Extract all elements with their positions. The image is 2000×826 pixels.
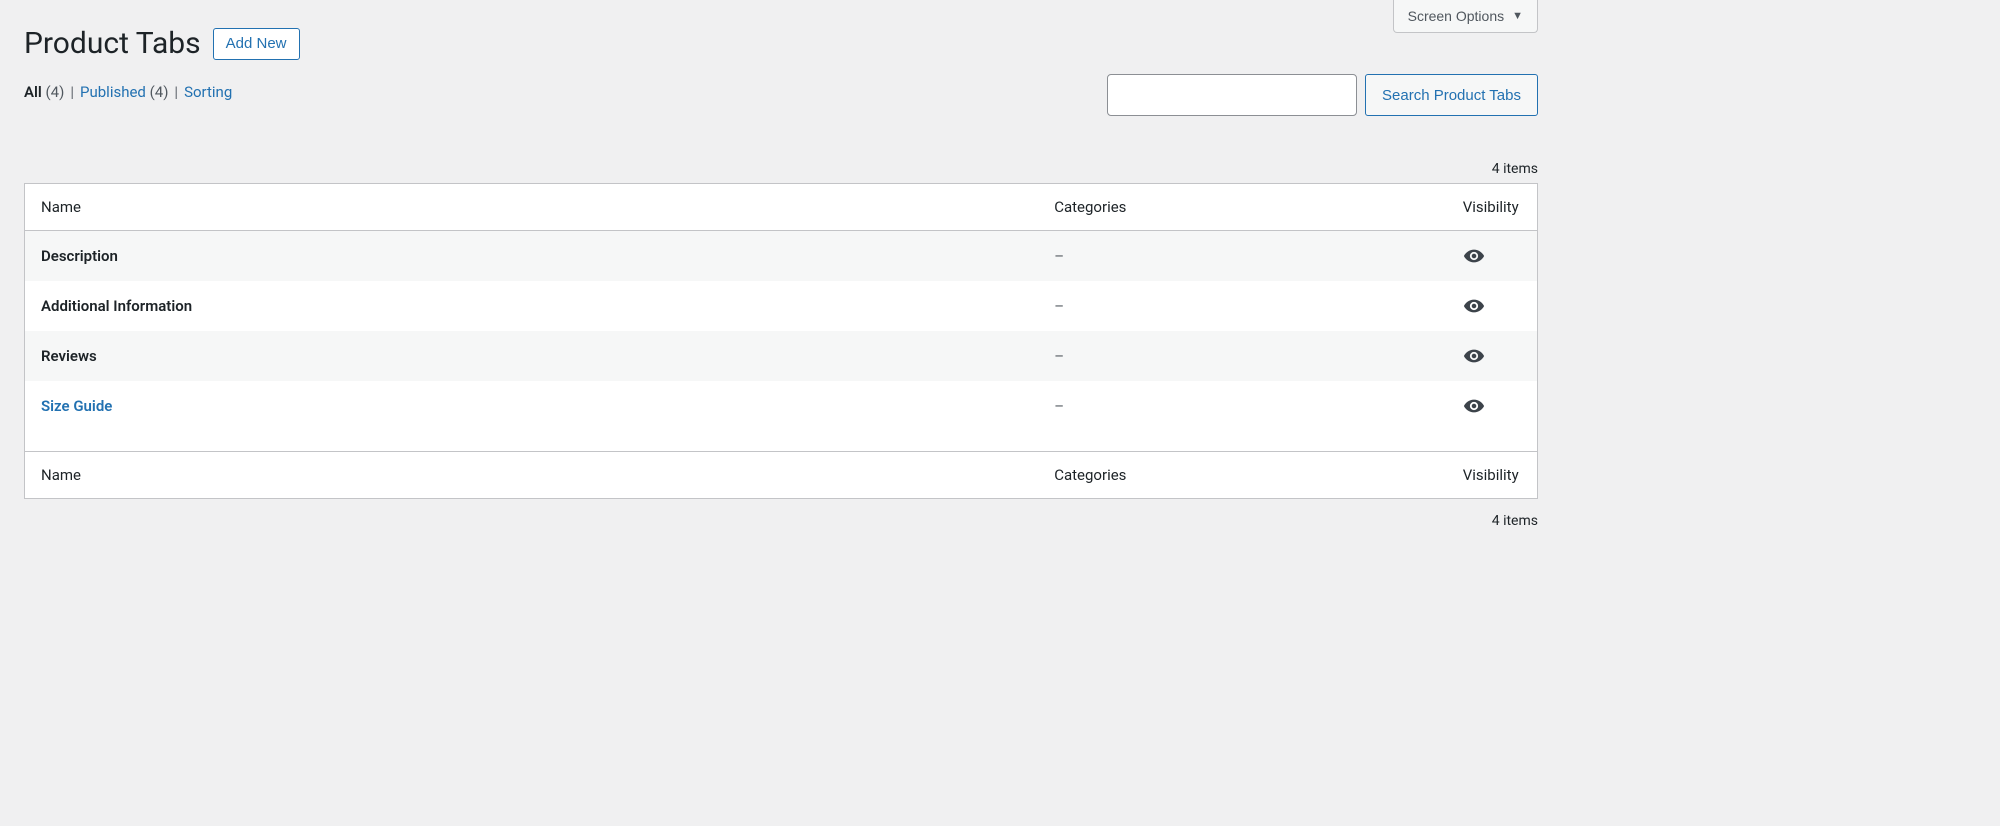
- row-name[interactable]: Reviews: [41, 347, 97, 365]
- item-count-bottom: 4 items: [24, 499, 1538, 543]
- row-name[interactable]: Size Guide: [41, 397, 112, 415]
- row-name[interactable]: Description: [41, 247, 118, 265]
- table-row: Description –: [25, 231, 1538, 282]
- column-header-name[interactable]: Name: [25, 184, 1039, 231]
- row-visibility: [1447, 331, 1538, 381]
- row-categories: –: [1038, 231, 1447, 282]
- column-footer-visibility: Visibility: [1447, 452, 1538, 499]
- row-visibility: [1447, 381, 1538, 452]
- row-categories: –: [1038, 331, 1447, 381]
- table-row: Reviews –: [25, 331, 1538, 381]
- screen-options-label: Screen Options: [1408, 8, 1505, 24]
- column-header-visibility[interactable]: Visibility: [1447, 184, 1538, 231]
- eye-icon: [1463, 295, 1485, 317]
- product-tabs-table: Name Categories Visibility Description–A…: [24, 183, 1538, 499]
- page-title: Product Tabs: [24, 26, 201, 61]
- screen-options-button[interactable]: Screen Options ▼: [1393, 0, 1538, 33]
- column-footer-name: Name: [25, 452, 1039, 499]
- search-button[interactable]: Search Product Tabs: [1365, 74, 1538, 116]
- row-visibility: [1447, 281, 1538, 331]
- eye-icon: [1463, 395, 1485, 417]
- filter-all[interactable]: All (4): [24, 83, 64, 101]
- column-footer-categories: Categories: [1038, 452, 1447, 499]
- eye-icon: [1463, 345, 1485, 367]
- separator: |: [70, 83, 74, 101]
- item-count-top: 4 items: [24, 155, 1538, 183]
- row-categories: –: [1038, 281, 1447, 331]
- page-header: Product Tabs Add New: [24, 0, 1538, 61]
- eye-icon: [1463, 245, 1485, 267]
- separator: |: [174, 83, 178, 101]
- row-categories: –: [1038, 381, 1447, 452]
- add-new-button[interactable]: Add New: [213, 28, 300, 60]
- column-header-categories[interactable]: Categories: [1038, 184, 1447, 231]
- row-name[interactable]: Additional Information: [41, 297, 192, 315]
- table-row: Size Guide –: [25, 381, 1538, 452]
- search-input[interactable]: [1107, 74, 1357, 116]
- search-form: Search Product Tabs: [1107, 74, 1538, 116]
- filter-published[interactable]: Published (4): [80, 83, 168, 101]
- row-visibility: [1447, 231, 1538, 282]
- chevron-down-icon: ▼: [1512, 10, 1523, 22]
- table-row: Additional Information –: [25, 281, 1538, 331]
- filter-sorting[interactable]: Sorting: [184, 83, 232, 101]
